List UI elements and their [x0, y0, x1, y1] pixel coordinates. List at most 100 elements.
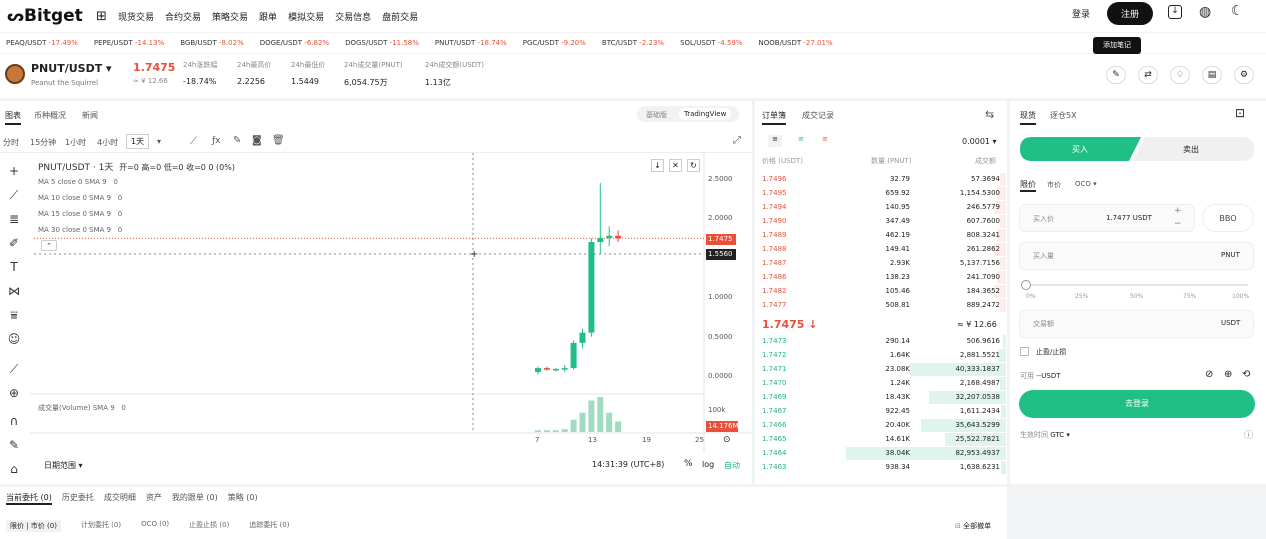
view-asks-icon[interactable]: ≡ — [818, 135, 832, 147]
amount-slider-track[interactable] — [1026, 284, 1248, 286]
ask-row[interactable]: 1.7488 149.41 261.2862 — [760, 243, 1006, 257]
nav-item[interactable]: 盘前交易 — [382, 10, 418, 23]
subtab-limit-market[interactable]: 限价 | 市价 (0) — [6, 520, 61, 532]
view-basic[interactable]: 基础版 — [646, 110, 667, 120]
ask-row[interactable]: 1.7477 508.81 889.2472 — [760, 299, 1006, 313]
ticker-item[interactable]: DOGS/USDT -11.58% — [345, 39, 419, 47]
ask-row[interactable]: 1.7490 347.49 607.7600 — [760, 215, 1006, 229]
deposit-icon[interactable]: ⊕ — [1224, 369, 1232, 380]
bid-row[interactable]: 1.7464 38.04K 82,953.4937 — [760, 447, 1006, 461]
ticker-item[interactable]: SOL/USDT -4.59% — [680, 39, 742, 47]
view-tradingview[interactable]: TradingView — [679, 108, 732, 120]
tab-margin[interactable]: 逐仓5X — [1050, 110, 1077, 121]
layout-icon[interactable]: ▤ — [1202, 66, 1222, 84]
tab-chart[interactable]: 图表 — [5, 110, 21, 125]
order-type-oco[interactable]: OCO ▾ — [1075, 180, 1097, 188]
register-button[interactable]: 注册 — [1107, 2, 1153, 25]
convert-icon[interactable]: ⟲ — [1242, 369, 1250, 380]
slider-mark[interactable]: 25% — [1075, 293, 1088, 300]
sell-tab-button[interactable]: 卖出 — [1183, 144, 1199, 155]
ask-row[interactable]: 1.7494 140.95 246.5779 — [760, 201, 1006, 215]
ask-row[interactable]: 1.7482 105.46 184.3652 — [760, 285, 1006, 299]
settings-gear-icon[interactable]: ⚙ — [1234, 66, 1254, 84]
subtab-plan[interactable]: 计划委托 (0) — [81, 520, 121, 532]
cancel-all-button[interactable]: ⊟ 全部撤单 — [955, 521, 991, 531]
tab-assets[interactable]: 资产 — [146, 492, 162, 505]
bid-row[interactable]: 1.7473 290.14 506.9616 — [760, 335, 1006, 349]
ticker-item[interactable]: PEPE/USDT -14.13% — [94, 39, 164, 47]
ask-row[interactable]: 1.7496 32.79 57.3694 — [760, 173, 1006, 187]
price-stepper[interactable]: + − — [1174, 205, 1182, 231]
formula-icon[interactable]: ƒx — [212, 136, 221, 146]
tab-spot[interactable]: 现货 — [1020, 110, 1036, 125]
pair-symbol[interactable]: PNUT/USDT ▾ — [31, 62, 112, 75]
globe-icon[interactable]: ◍ — [1199, 4, 1211, 20]
nav-item[interactable]: 现货交易 — [118, 10, 154, 23]
ticker-item[interactable]: BGB/USDT -8.02% — [180, 39, 244, 47]
indicator-icon[interactable]: ⟋ — [190, 136, 197, 147]
apps-grid-icon[interactable]: ⊞ — [96, 9, 107, 24]
tool-icon[interactable]: ⇄ — [1138, 66, 1158, 84]
date-range-dropdown[interactable]: 日期范围 ▾ — [44, 460, 83, 471]
interval-timeline[interactable]: 分时 — [3, 137, 19, 148]
transfer-icon[interactable]: ⊘ — [1205, 369, 1213, 380]
go-login-button[interactable]: 去登录 — [1019, 390, 1255, 418]
nav-item[interactable]: 跟单 — [259, 10, 277, 23]
bid-row[interactable]: 1.7471 23.08K 40,333.1837 — [760, 363, 1006, 377]
goto-realtime-icon[interactable]: ⊙ — [723, 435, 731, 445]
order-type-limit[interactable]: 限价 — [1020, 179, 1036, 192]
chevron-down-icon[interactable]: ▾ — [157, 137, 161, 146]
order-type-market[interactable]: 市价 — [1047, 180, 1061, 190]
subtab-tpsl[interactable]: 止盈止损 (0) — [189, 520, 229, 532]
draw-icon[interactable]: ✎ — [233, 135, 241, 146]
interval-4h[interactable]: 4小时 — [97, 137, 118, 148]
bitget-logo[interactable]: ᔕBitget — [7, 6, 83, 26]
alert-bell-icon[interactable]: ♢ — [1170, 66, 1190, 84]
tab-news[interactable]: 新闻 — [82, 110, 98, 121]
slider-mark[interactable]: 100% — [1232, 293, 1249, 300]
camera-icon[interactable]: ◙ — [252, 135, 262, 146]
login-link[interactable]: 登录 — [1072, 7, 1090, 20]
bid-row[interactable]: 1.7470 1.24K 2,168.4987 — [760, 377, 1006, 391]
tab-trades[interactable]: 成交记录 — [802, 110, 834, 121]
ticker-item[interactable]: PEAQ/USDT -17.49% — [6, 39, 78, 47]
tab-copy-trading[interactable]: 我的跟单 (0) — [172, 492, 218, 505]
ask-row[interactable]: 1.7486 138.23 241.7090 — [760, 271, 1006, 285]
log-toggle[interactable]: log — [702, 460, 714, 469]
ticker-item[interactable]: PGC/USDT -9.20% — [523, 39, 586, 47]
subtab-trailing[interactable]: 追踪委托 (0) — [249, 520, 289, 532]
amount-slider-handle[interactable] — [1021, 280, 1031, 290]
tab-order-history[interactable]: 历史委托 — [62, 492, 94, 505]
view-both-icon[interactable]: ≡ — [768, 135, 782, 147]
amount-input[interactable] — [1019, 310, 1254, 338]
robot-icon[interactable]: ⊡ — [1235, 106, 1245, 120]
ask-row[interactable]: 1.7489 462.19 808.3241 — [760, 229, 1006, 243]
nav-item[interactable]: 策略交易 — [212, 10, 248, 23]
quantity-input[interactable] — [1019, 242, 1254, 270]
slider-mark[interactable]: 75% — [1183, 293, 1196, 300]
slider-mark[interactable]: 50% — [1130, 293, 1143, 300]
orderbook-settings-icon[interactable]: ⇆ — [985, 108, 994, 121]
interval-15m[interactable]: 15分钟 — [30, 137, 56, 148]
tpsl-checkbox[interactable] — [1020, 347, 1029, 356]
precision-select[interactable]: 0.0001 ▾ — [962, 137, 997, 146]
auto-toggle[interactable]: 自动 — [724, 460, 740, 471]
time-in-force[interactable]: 生效时间 GTC ▾ — [1020, 430, 1070, 440]
ticker-item[interactable]: BTC/USDT -2.23% — [602, 39, 664, 47]
info-icon[interactable]: ⓘ — [1244, 428, 1253, 441]
tab-orderbook[interactable]: 订单簿 — [762, 110, 786, 125]
download-icon[interactable]: ↓ — [1168, 5, 1182, 19]
slider-mark[interactable]: 0% — [1026, 293, 1036, 300]
bid-row[interactable]: 1.7469 18.43K 32,207.0538 — [760, 391, 1006, 405]
ticker-item[interactable]: DOGE/USDT -6.82% — [260, 39, 329, 47]
tab-trade-history[interactable]: 成交明细 — [104, 492, 136, 505]
bid-row[interactable]: 1.7465 14.61K 25,522.7821 — [760, 433, 1006, 447]
more-tools-icon[interactable]: ⌂ — [6, 461, 22, 477]
subtab-oco[interactable]: OCO (0) — [141, 520, 169, 532]
interval-1d[interactable]: 1天 — [126, 134, 150, 149]
nav-item[interactable]: 模拟交易 — [288, 10, 324, 23]
bid-row[interactable]: 1.7467 922.45 1,611.2434 — [760, 405, 1006, 419]
trash-icon[interactable]: 🗑 — [272, 135, 285, 146]
bid-row[interactable]: 1.7466 20.40K 35,643.5299 — [760, 419, 1006, 433]
bid-row[interactable]: 1.7472 1.64K 2,881.5521 — [760, 349, 1006, 363]
